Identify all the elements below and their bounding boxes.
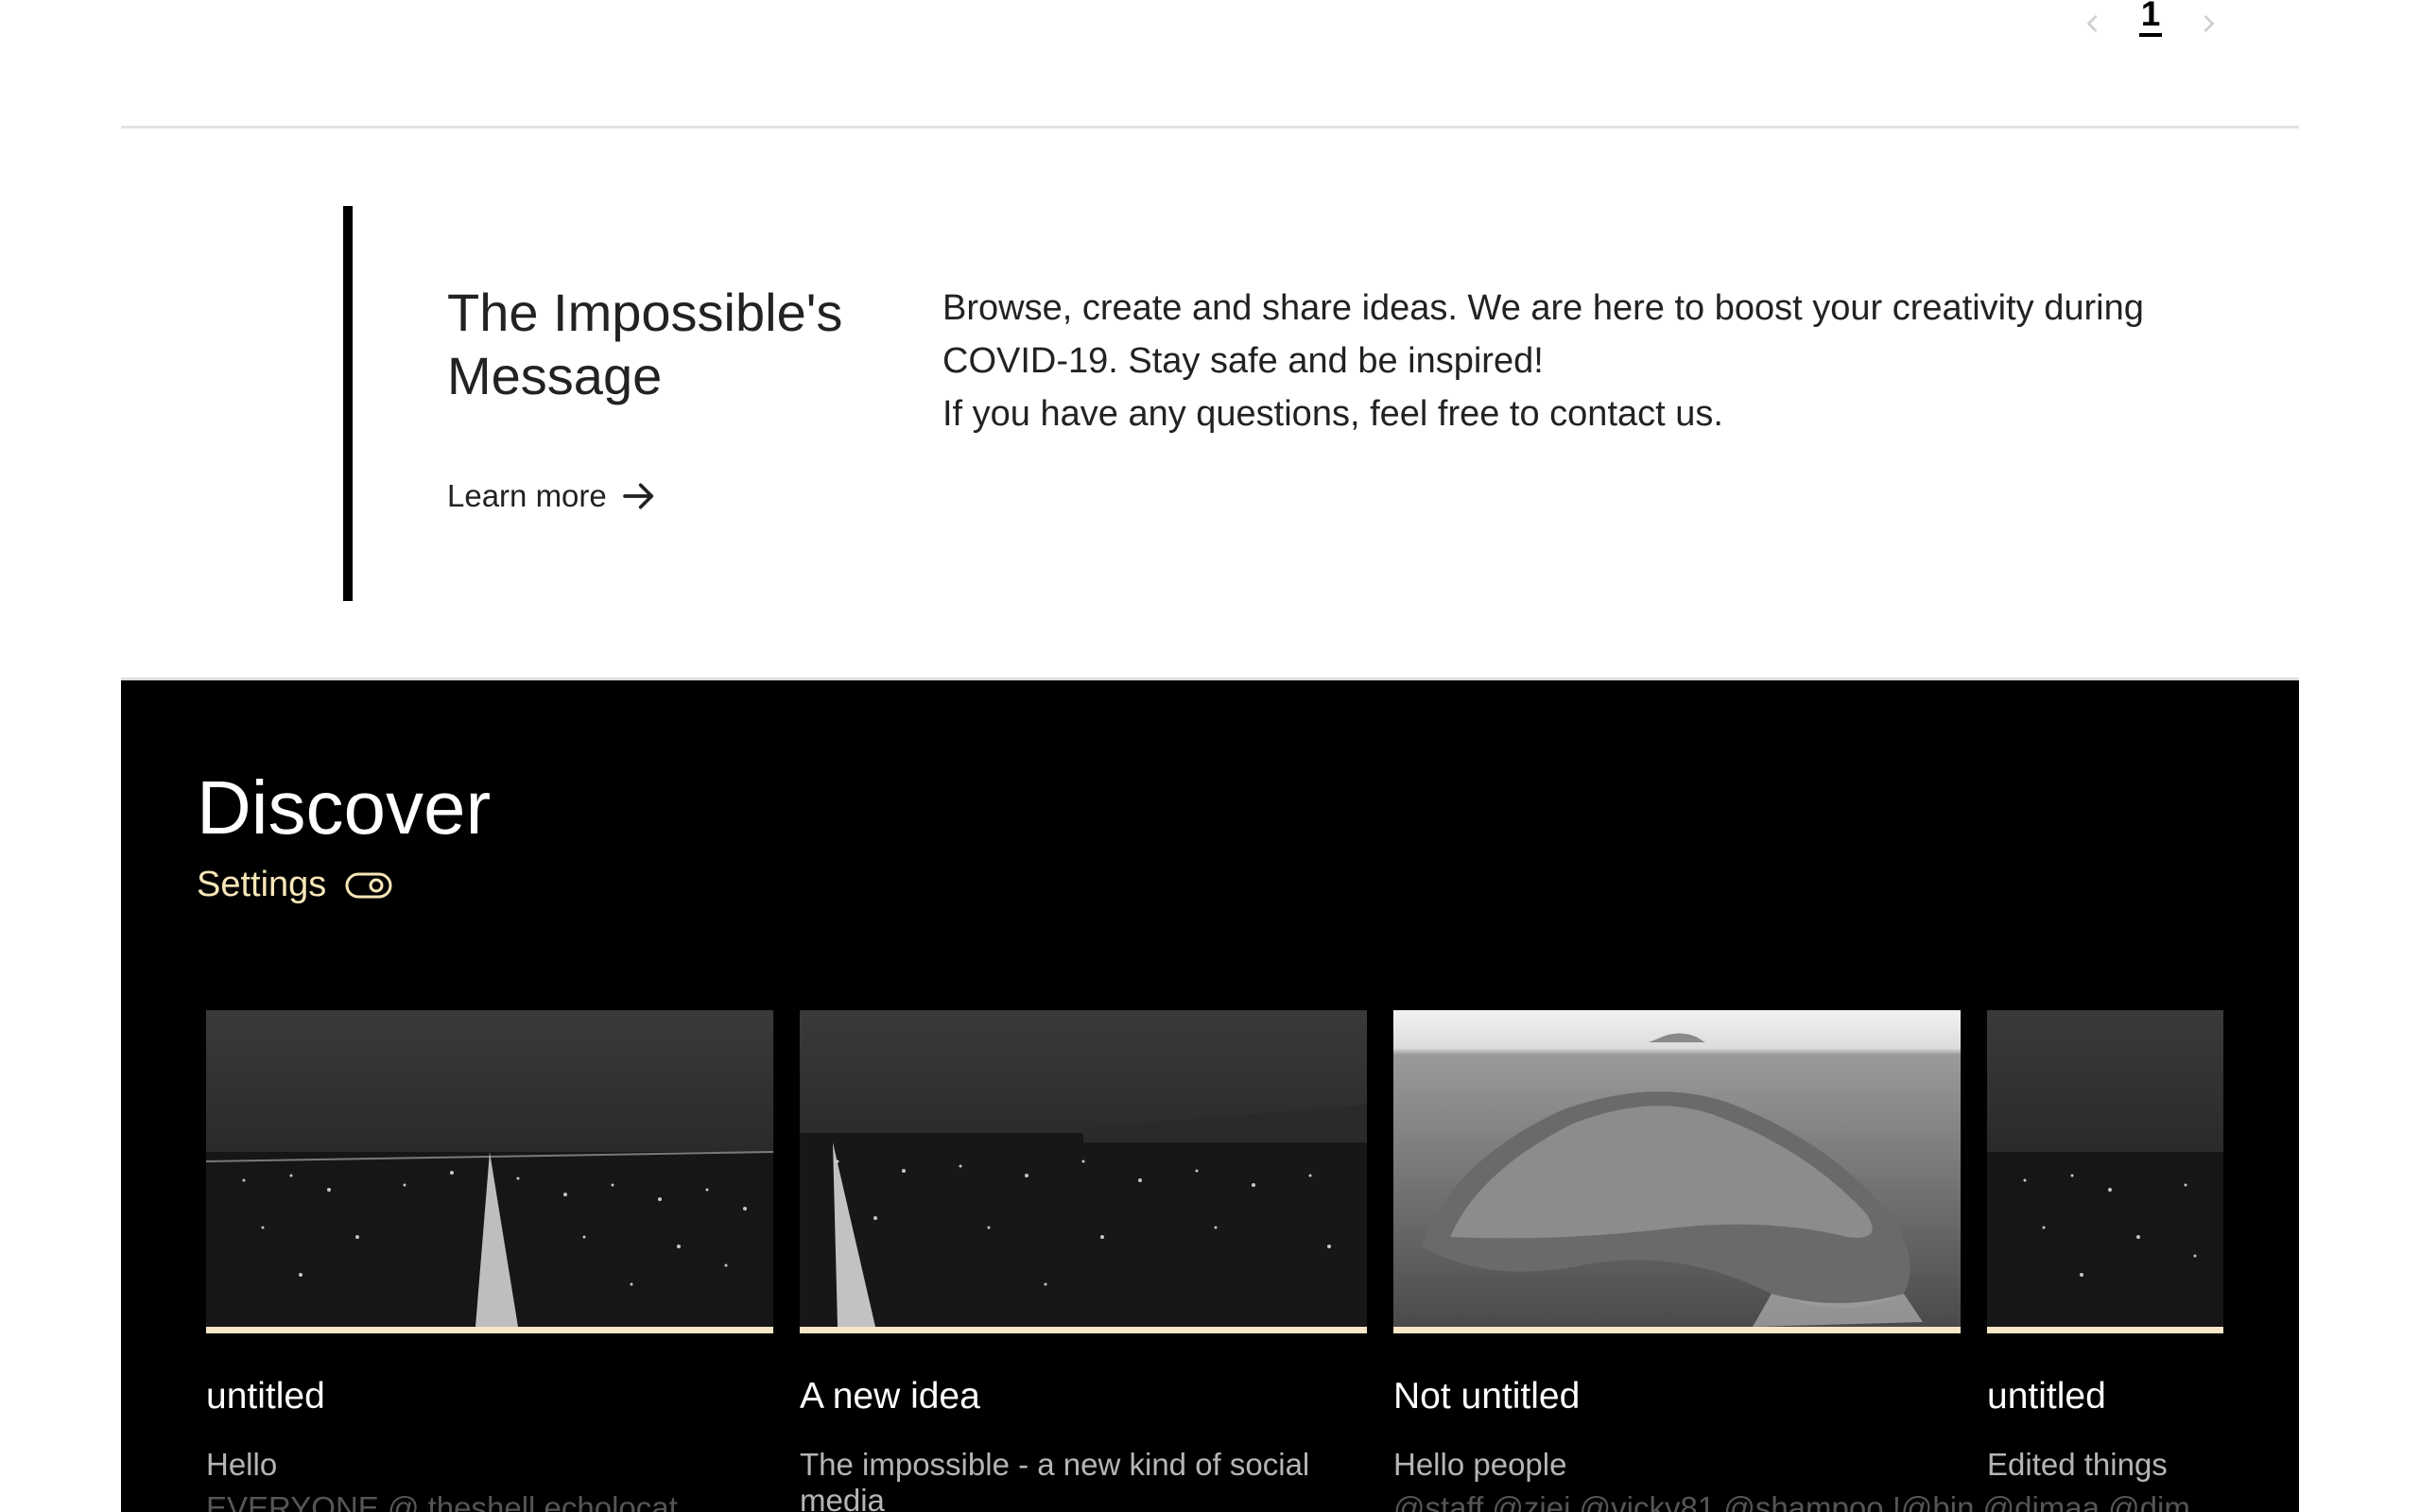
card-meta: @staff @ziei @vicky81 @shampoo !@bin @di… <box>1393 1490 2190 1512</box>
idea-card[interactable]: untitled Hello EVERYONE @ theshell echol… <box>206 1010 773 1512</box>
card-accent-line <box>800 1327 1367 1333</box>
discover-card-carousel[interactable]: untitled Hello EVERYONE @ theshell echol… <box>206 1010 2223 1512</box>
card-image-island <box>1393 1010 1961 1327</box>
idea-card[interactable]: Not untitled Hello people @staff @ziei @… <box>1393 1010 2190 1512</box>
card-image-night-city <box>800 1010 1367 1327</box>
learn-more-link[interactable]: Learn more <box>447 477 658 515</box>
message-body-line-1: Browse, create and share ideas. We are h… <box>942 288 2144 381</box>
prev-page-button[interactable] <box>2080 10 2106 37</box>
arrow-right-icon <box>622 483 653 509</box>
discover-section: Discover Settings untitled Hello EVERYON… <box>121 678 2299 1512</box>
card-title: untitled <box>1987 1376 2106 1417</box>
message-body: Browse, create and share ideas. We are h… <box>942 282 2152 440</box>
idea-card[interactable]: A new idea The impossible - a new kind o… <box>800 1010 1367 1512</box>
card-title: Not untitled <box>1393 1376 1581 1417</box>
message-accent-bar <box>343 206 353 601</box>
section-divider <box>121 126 2299 129</box>
card-title: untitled <box>206 1376 325 1417</box>
next-page-button[interactable] <box>2195 10 2221 37</box>
card-image-night-city <box>206 1010 773 1327</box>
learn-more-label: Learn more <box>447 478 607 513</box>
card-image-night-city <box>1987 1010 2223 1327</box>
card-description: The impossible - a new kind of social me… <box>800 1447 1310 1512</box>
settings-label: Settings <box>197 865 327 904</box>
message-body-line-2: If you have any questions, feel free to … <box>942 394 1723 434</box>
chevron-right-icon <box>2204 15 2214 32</box>
card-accent-line <box>206 1327 773 1333</box>
card-description: Edited things <box>1987 1447 2168 1482</box>
card-description: Hello <box>206 1447 278 1482</box>
pagination: 1 <box>2080 0 2221 47</box>
card-title: A new idea <box>800 1376 980 1417</box>
message-title: The Impossible's Message <box>447 283 843 405</box>
card-accent-line <box>1393 1327 1961 1333</box>
card-description: Hello people <box>1393 1447 1567 1482</box>
toggle-icon <box>345 872 392 898</box>
settings-toggle-button[interactable]: Settings <box>197 865 392 905</box>
card-meta: EVERYONE @ theshell echolocat <box>206 1490 678 1512</box>
chevron-left-icon <box>2087 15 2098 32</box>
current-page-number[interactable]: 1 <box>2138 0 2163 37</box>
card-accent-line <box>1987 1327 2223 1333</box>
idea-card[interactable]: untitled Edited things <box>1987 1010 2223 1490</box>
discover-title: Discover <box>197 765 492 850</box>
